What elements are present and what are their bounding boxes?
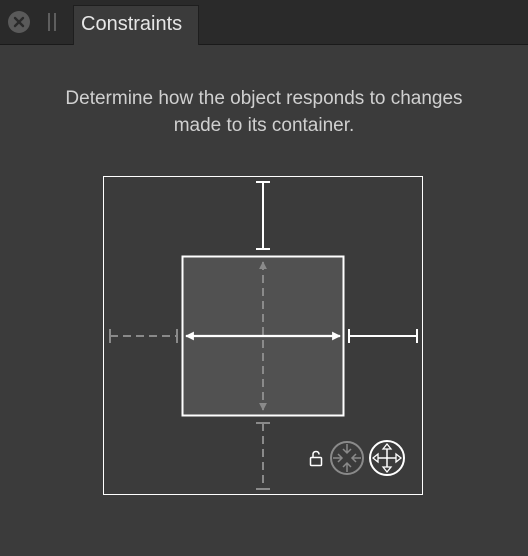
left-constraint-toggle[interactable] — [105, 326, 181, 346]
lock-icon[interactable] — [309, 450, 323, 467]
constraints-diagram — [103, 176, 423, 495]
width-constraint-toggle[interactable] — [184, 326, 342, 346]
bottom-constraint-toggle[interactable] — [248, 418, 278, 492]
move-arrows-icon[interactable] — [369, 440, 405, 476]
right-constraint-toggle[interactable] — [346, 326, 421, 346]
scale-toward-center-icon[interactable] — [330, 441, 364, 475]
top-constraint-toggle[interactable] — [248, 178, 278, 254]
